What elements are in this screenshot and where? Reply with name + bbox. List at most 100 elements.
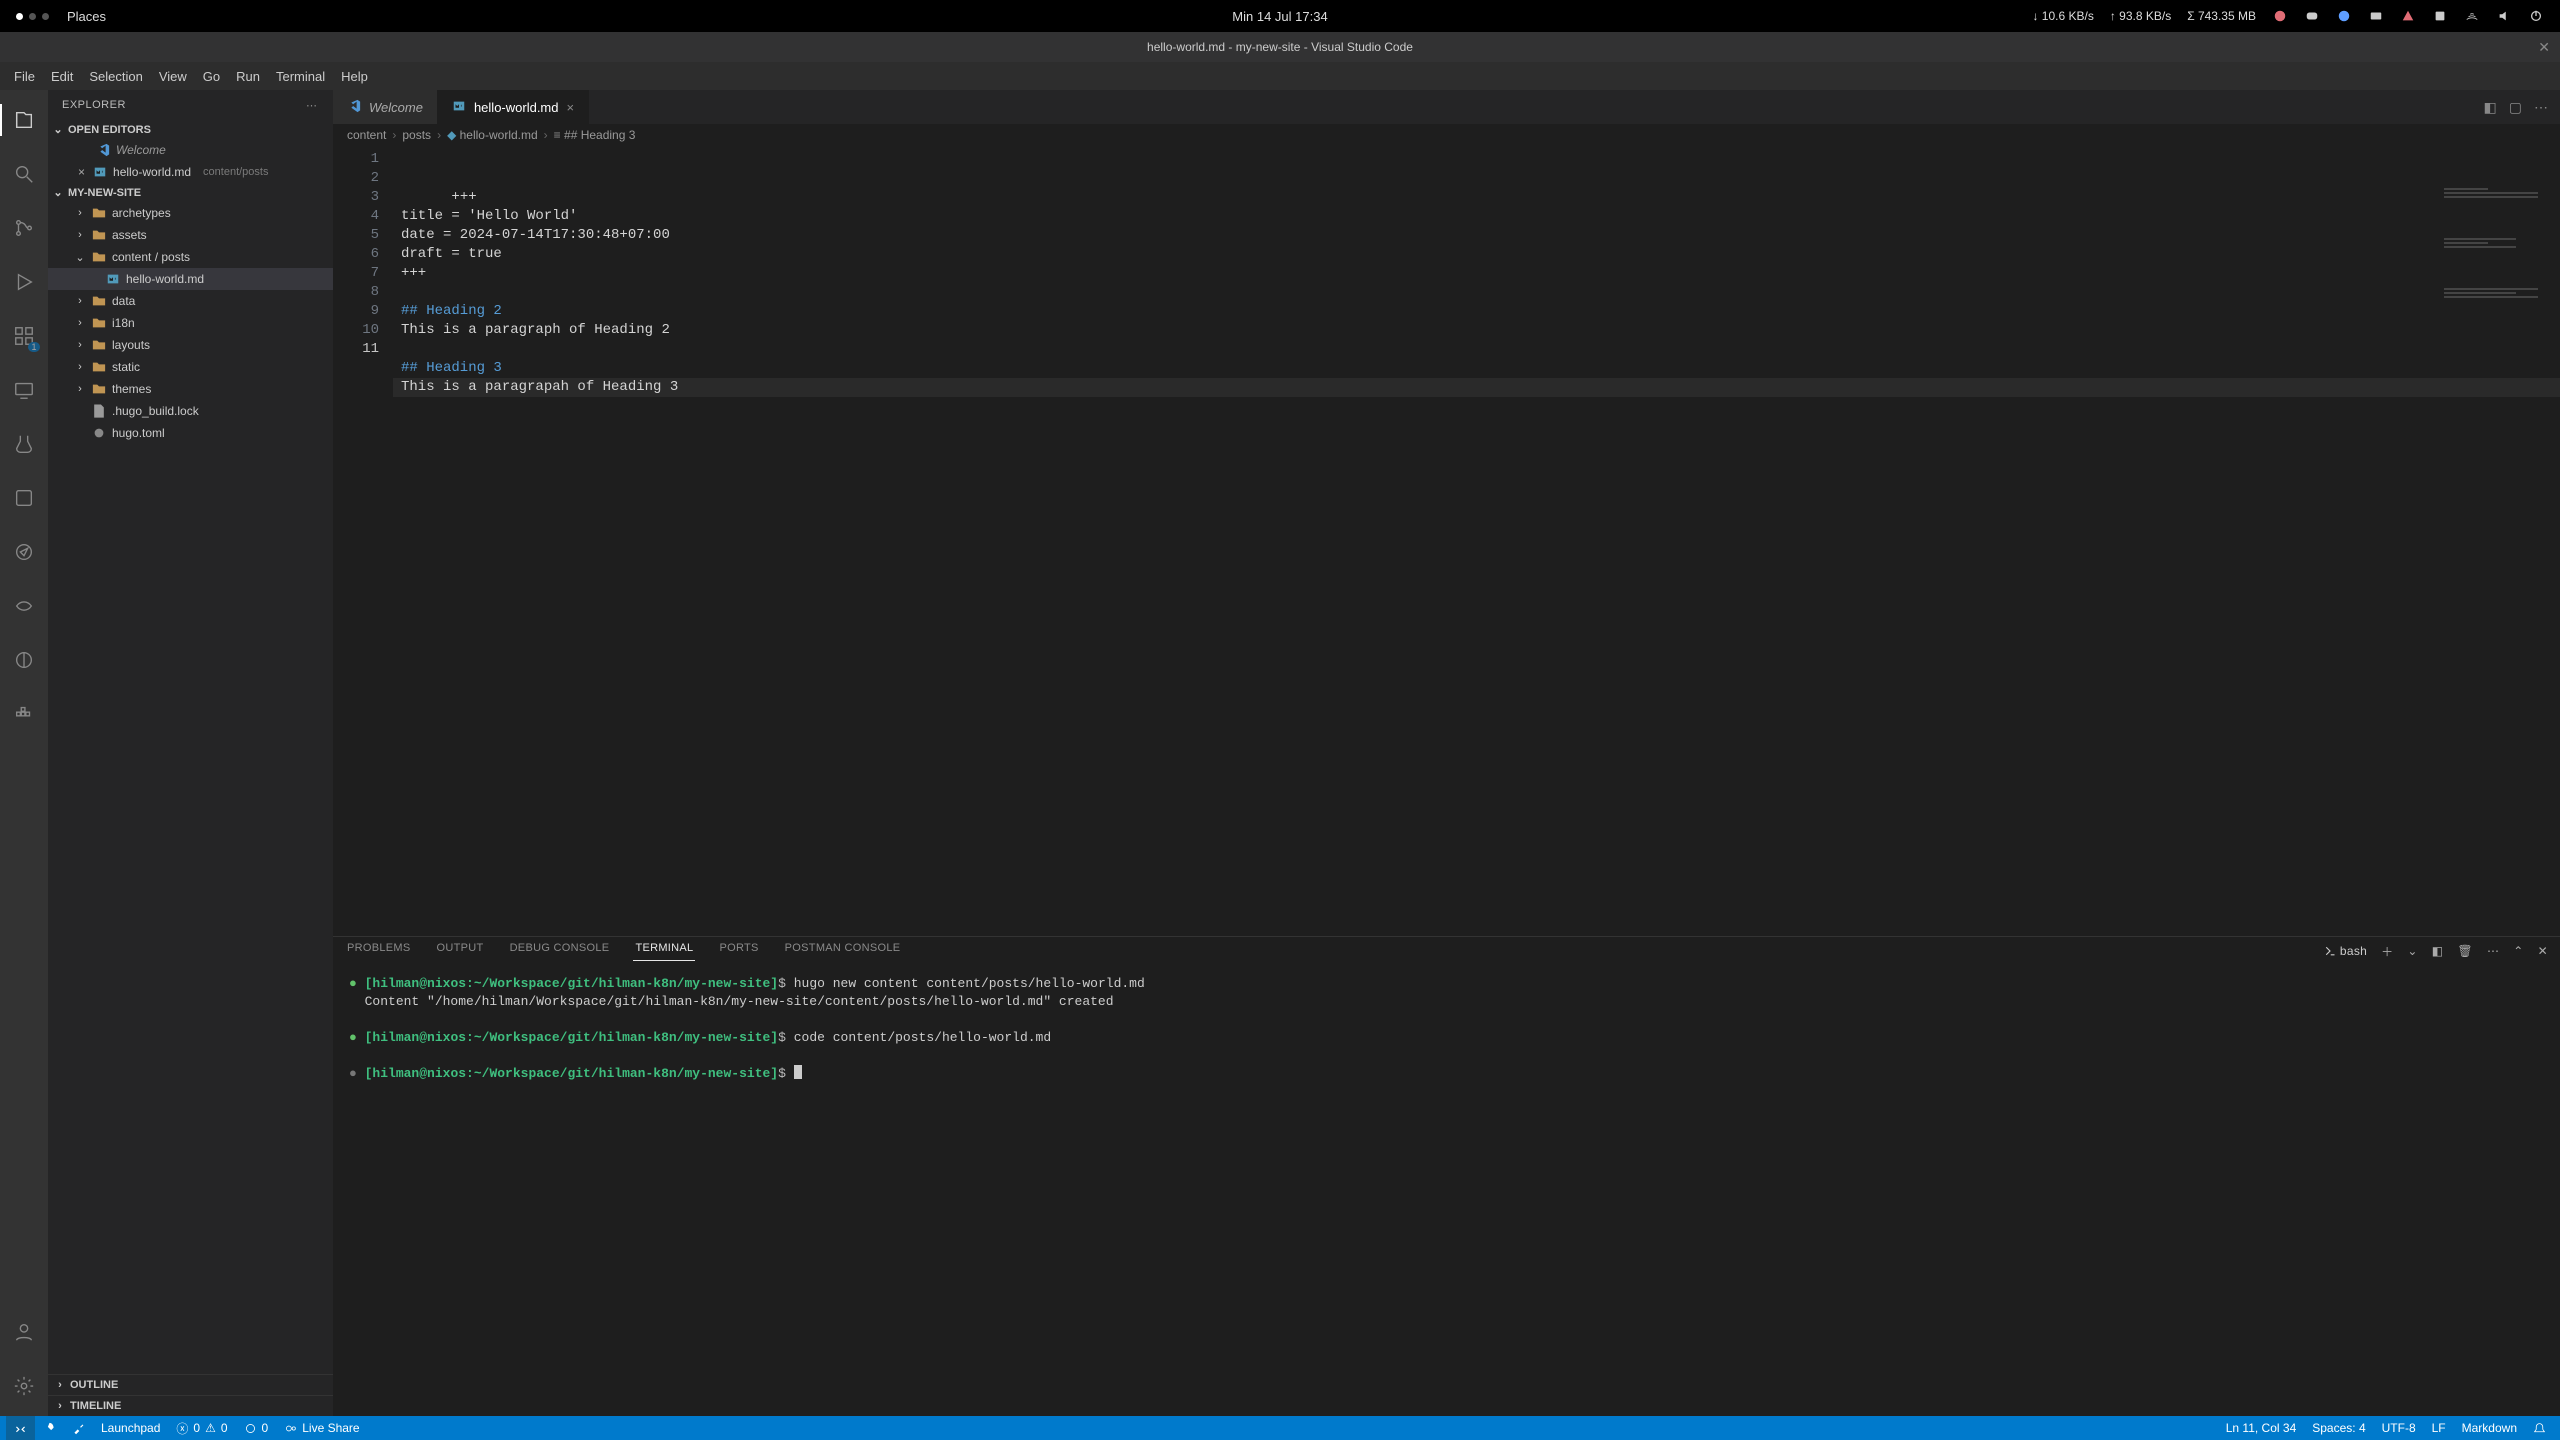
terminal[interactable]: ● [hilman@nixos:~/Workspace/git/hilman-k… <box>333 965 2560 1416</box>
system-clock[interactable]: Min 14 Jul 17:34 <box>1232 9 1327 24</box>
editor-tab[interactable]: Welcome <box>333 90 438 124</box>
sidebar-explorer: EXPLORER ⋯ ⌄OPEN EDITORS Welcome×hello-w… <box>48 90 333 1416</box>
power-icon[interactable] <box>2528 8 2544 24</box>
activity-account[interactable] <box>0 1312 48 1352</box>
vscode-titlebar: hello-world.md - my-new-site - Visual St… <box>0 32 2560 62</box>
editor-group: Welcomehello-world.md× ◧ ▢ ⋯ content›pos… <box>333 90 2560 1416</box>
panel-tab-debug-console[interactable]: DEBUG CONSOLE <box>508 942 612 960</box>
window-close-icon[interactable]: ✕ <box>2538 39 2550 56</box>
places-menu[interactable]: Places <box>67 9 106 24</box>
status-rocket[interactable] <box>35 1416 64 1440</box>
folder-item[interactable]: ›assets <box>48 224 333 246</box>
activity-remote[interactable] <box>0 370 48 410</box>
network-icon[interactable] <box>2464 8 2480 24</box>
breadcrumbs[interactable]: content›posts›◆ hello-world.md›≡ ## Head… <box>333 124 2560 146</box>
status-liveshare[interactable]: Live Share <box>276 1416 367 1440</box>
folder-item[interactable]: ›archetypes <box>48 202 333 224</box>
tab-close-icon[interactable]: × <box>567 100 575 115</box>
split-editor-icon[interactable]: ◧ <box>2484 99 2497 116</box>
status-launchpad[interactable]: Launchpad <box>93 1416 168 1440</box>
status-ports[interactable]: 0 <box>236 1416 277 1440</box>
tray-icon-1[interactable] <box>2272 8 2288 24</box>
activity-docker[interactable] <box>0 694 48 734</box>
status-spaces[interactable]: Spaces: 4 <box>2304 1416 2373 1440</box>
editor-tab[interactable]: hello-world.md× <box>438 90 589 124</box>
tray-icon-3[interactable] <box>2336 8 2352 24</box>
folder-item[interactable]: ⌄content / posts <box>48 246 333 268</box>
status-notifications-icon[interactable] <box>2525 1416 2554 1440</box>
tray-icon-5[interactable] <box>2400 8 2416 24</box>
folder-item[interactable]: ›static <box>48 356 333 378</box>
file-icon <box>92 404 106 418</box>
activity-settings[interactable] <box>0 1366 48 1406</box>
editor-body[interactable]: 1234567891011 +++ title = 'Hello World' … <box>333 146 2560 936</box>
project-section[interactable]: ⌄MY-NEW-SITE <box>48 183 333 202</box>
toggle-panel-icon[interactable]: ▢ <box>2509 99 2522 116</box>
menu-terminal[interactable]: Terminal <box>268 69 333 84</box>
breadcrumb-item[interactable]: ◆ hello-world.md <box>447 128 538 142</box>
menu-help[interactable]: Help <box>333 69 376 84</box>
panel-tab-output[interactable]: OUTPUT <box>435 942 486 960</box>
menu-view[interactable]: View <box>151 69 195 84</box>
remote-indicator[interactable] <box>6 1416 35 1440</box>
tab-more-icon[interactable]: ⋯ <box>2534 99 2548 116</box>
close-editor-icon[interactable]: × <box>78 165 85 179</box>
activity-extra-3[interactable] <box>0 586 48 626</box>
volume-icon[interactable] <box>2496 8 2512 24</box>
activity-extra-1[interactable] <box>0 478 48 518</box>
menu-selection[interactable]: Selection <box>81 69 150 84</box>
explorer-more-icon[interactable]: ⋯ <box>306 99 319 112</box>
code-area[interactable]: +++ title = 'Hello World' date = 2024-07… <box>393 146 2560 936</box>
breadcrumb-item[interactable]: ≡ ## Heading 3 <box>554 128 636 142</box>
breadcrumb-item[interactable]: posts <box>402 128 431 142</box>
timeline-section[interactable]: ›TIMELINE <box>48 1395 333 1416</box>
tray-discord-icon[interactable] <box>2304 8 2320 24</box>
tray-icon-4[interactable] <box>2368 8 2384 24</box>
activity-extensions[interactable]: 1 <box>0 316 48 356</box>
status-tools[interactable] <box>64 1416 93 1440</box>
activity-scm[interactable] <box>0 208 48 248</box>
file-item[interactable]: hello-world.md <box>48 268 333 290</box>
open-editors-section[interactable]: ⌄OPEN EDITORS <box>48 120 333 139</box>
panel-tab-terminal[interactable]: TERMINAL <box>633 942 695 961</box>
split-terminal-icon[interactable]: ◧ <box>2432 944 2444 958</box>
new-terminal-icon[interactable]: ＋ <box>2381 943 2393 960</box>
folder-item[interactable]: ›layouts <box>48 334 333 356</box>
menu-run[interactable]: Run <box>228 69 268 84</box>
status-eol[interactable]: LF <box>2424 1416 2454 1440</box>
maximize-panel-icon[interactable]: ⌃ <box>2513 944 2523 958</box>
kill-terminal-icon[interactable]: 🗑 <box>2457 944 2473 958</box>
terminal-shell-picker[interactable]: bash <box>2324 944 2367 958</box>
folder-item[interactable]: ›themes <box>48 378 333 400</box>
panel-tab-postman-console[interactable]: POSTMAN CONSOLE <box>783 942 903 960</box>
status-language[interactable]: Markdown <box>2454 1416 2525 1440</box>
folder-item[interactable]: ›i18n <box>48 312 333 334</box>
open-editor-item[interactable]: ×hello-world.mdcontent/posts <box>48 161 333 183</box>
activity-testing[interactable] <box>0 424 48 464</box>
open-editor-item[interactable]: Welcome <box>48 139 333 161</box>
status-encoding[interactable]: UTF-8 <box>2374 1416 2424 1440</box>
activity-explorer[interactable] <box>0 100 48 140</box>
outline-section[interactable]: ›OUTLINE <box>48 1374 333 1395</box>
menu-edit[interactable]: Edit <box>43 69 81 84</box>
breadcrumb-item[interactable]: content <box>347 128 386 142</box>
activity-debug[interactable] <box>0 262 48 302</box>
status-errors[interactable]: ⓧ0 ⚠0 <box>168 1416 235 1440</box>
tray-icon-6[interactable] <box>2432 8 2448 24</box>
menu-file[interactable]: File <box>6 69 43 84</box>
panel-tab-problems[interactable]: PROBLEMS <box>345 942 413 960</box>
activity-extra-2[interactable] <box>0 532 48 572</box>
minimap[interactable] <box>2444 150 2554 174</box>
window-dots <box>16 13 49 20</box>
file-item[interactable]: hugo.toml <box>48 422 333 444</box>
panel-tab-ports[interactable]: PORTS <box>717 942 760 960</box>
activity-search[interactable] <box>0 154 48 194</box>
status-cursor[interactable]: Ln 11, Col 34 <box>2218 1416 2305 1440</box>
folder-item[interactable]: ›data <box>48 290 333 312</box>
menu-go[interactable]: Go <box>195 69 228 84</box>
activity-extra-4[interactable] <box>0 640 48 680</box>
close-panel-icon[interactable]: ✕ <box>2538 944 2548 958</box>
terminal-dropdown-icon[interactable]: ⌄ <box>2407 944 2417 958</box>
panel-more-icon[interactable]: ⋯ <box>2487 944 2499 958</box>
file-item[interactable]: .hugo_build.lock <box>48 400 333 422</box>
